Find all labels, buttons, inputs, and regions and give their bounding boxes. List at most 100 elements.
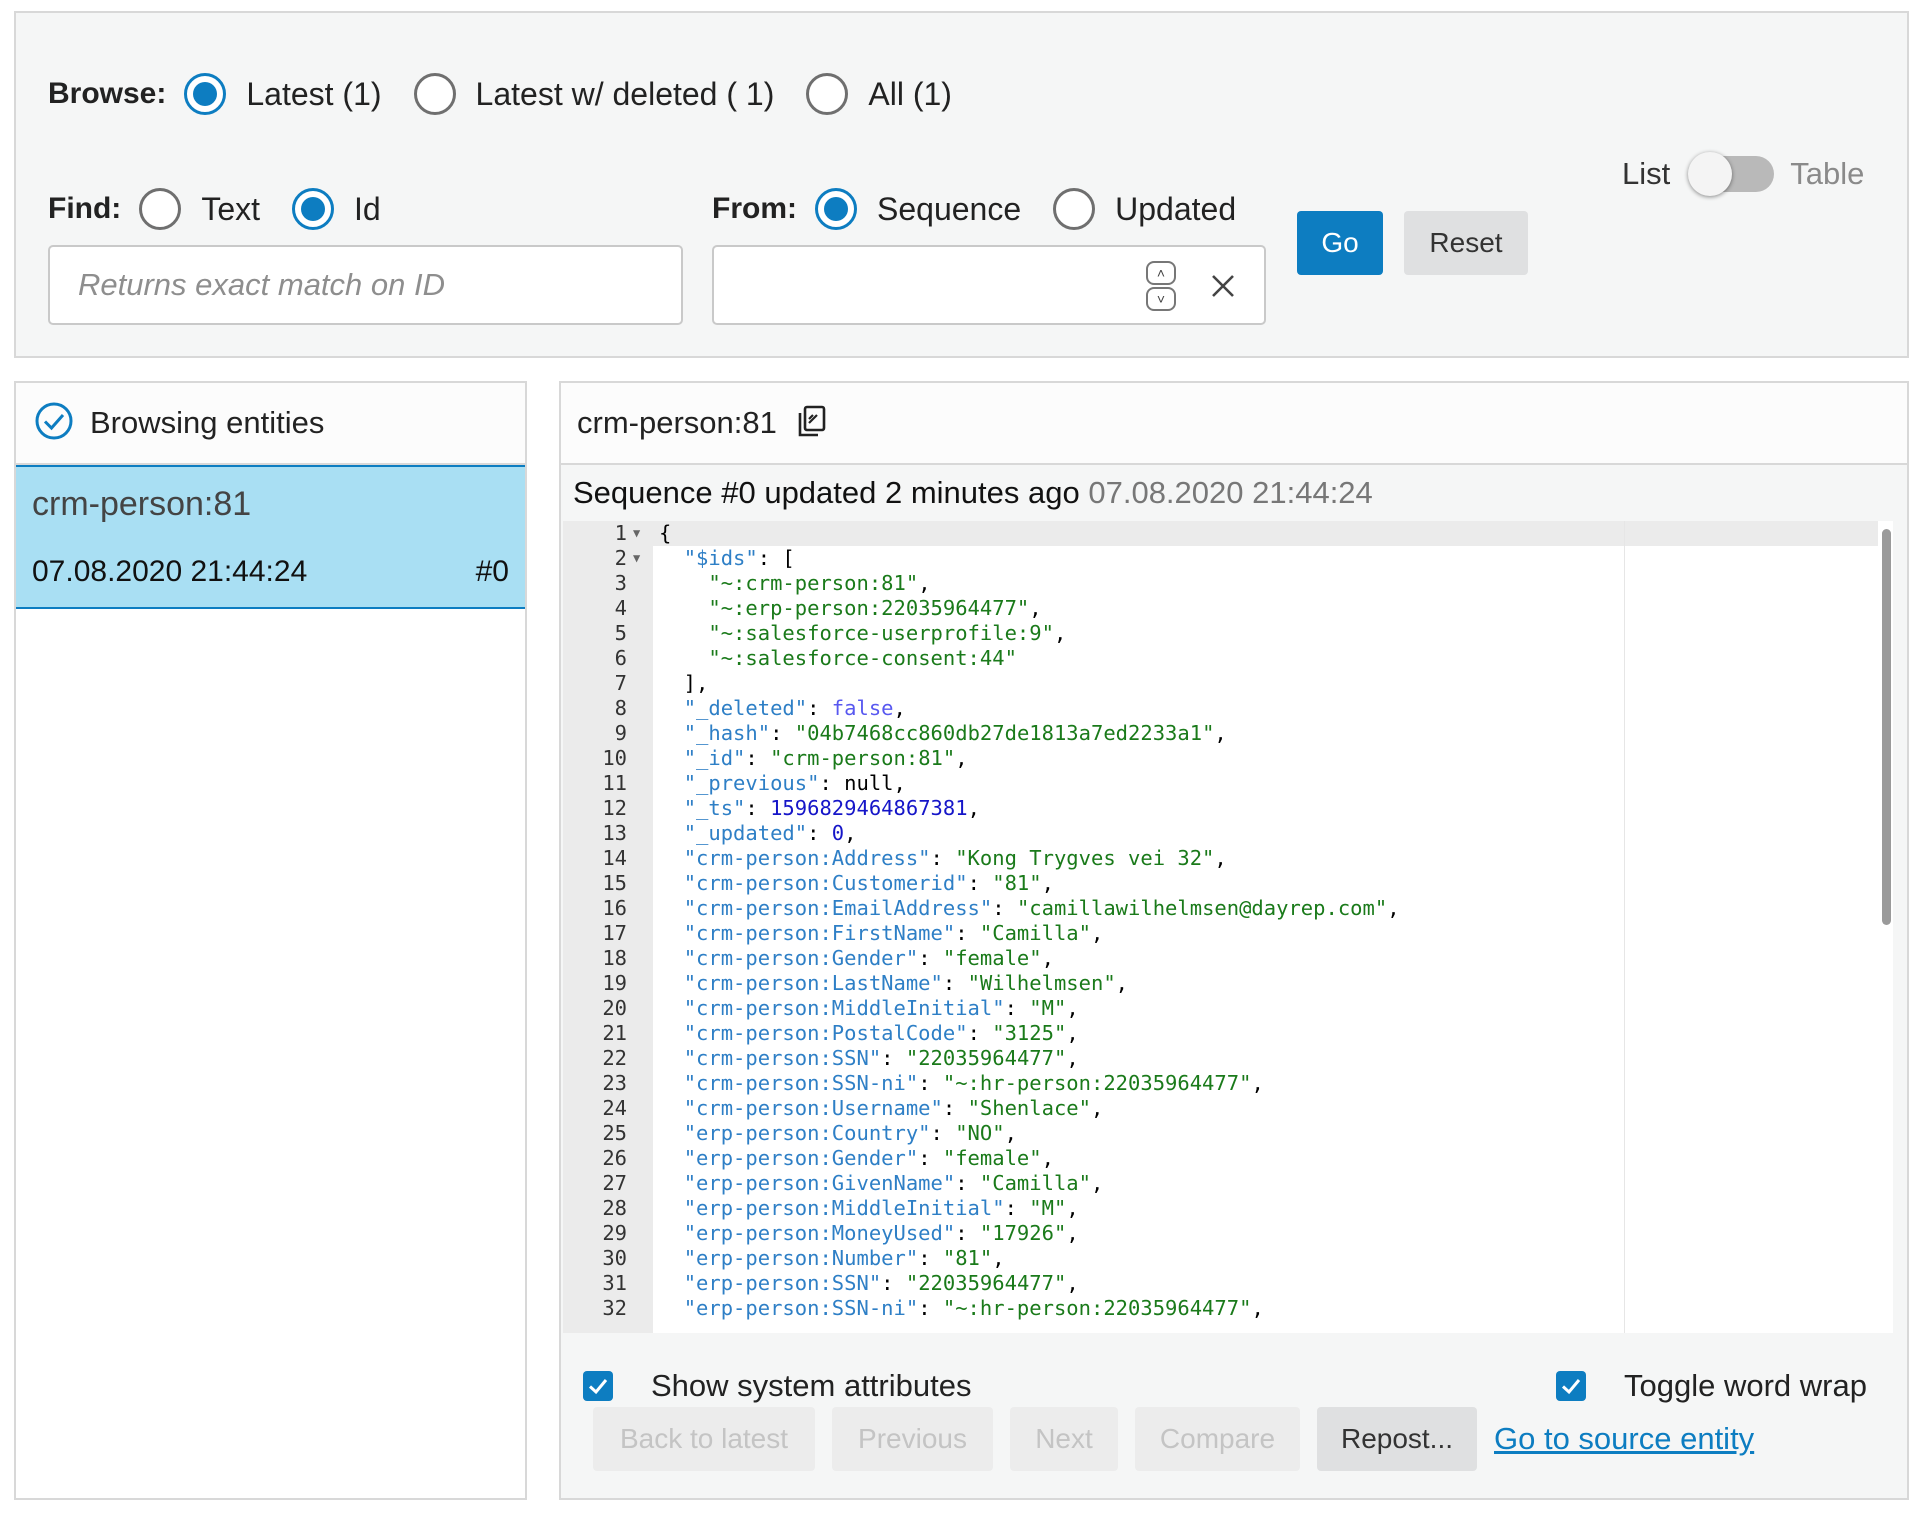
code-text: "crm-person:LastName": "Wilhelmsen",	[683, 971, 1129, 995]
code-text: "~:crm-person:81",	[708, 571, 931, 595]
code-text: "~:salesforce-consent:44"	[708, 646, 1017, 670]
sequence-date: 07.08.2020 21:44:24	[1088, 475, 1373, 510]
entity-list-header: Browsing entities	[16, 383, 525, 465]
back-to-latest-button[interactable]: Back to latest	[593, 1407, 815, 1471]
code-text: "_id": "crm-person:81",	[683, 746, 968, 770]
go-button[interactable]: Go	[1297, 211, 1383, 275]
code-text: "_deleted": false,	[683, 696, 906, 720]
previous-button[interactable]: Previous	[832, 1407, 993, 1471]
code-line: 23 "crm-person:SSN-ni": "~:hr-person:220…	[563, 1071, 1878, 1096]
close-icon[interactable]	[1198, 261, 1248, 311]
list-table-switch[interactable]	[1688, 152, 1775, 196]
code-line: 7 ],	[563, 671, 1878, 696]
sequence-number-input[interactable]: ˄ ˅	[712, 245, 1266, 325]
line-number: 27	[602, 1171, 627, 1195]
code-line: 18 "crm-person:Gender": "female",	[563, 946, 1878, 971]
browse-all-label: All (1)	[868, 75, 952, 112]
stepper-down-icon[interactable]: ˅	[1146, 287, 1176, 311]
code-line: 12 "_ts": 1596829464867381,	[563, 796, 1878, 821]
repost-button[interactable]: Repost...	[1317, 1407, 1477, 1471]
code-line: 29 "erp-person:MoneyUsed": "17926",	[563, 1221, 1878, 1246]
code-line: 30 "erp-person:Number": "81",	[563, 1246, 1878, 1271]
entity-list-item[interactable]: crm-person:81 07.08.2020 21:44:24 #0	[16, 465, 525, 609]
code-line: 11 "_previous": null,	[563, 771, 1878, 796]
line-number: 19	[602, 971, 627, 995]
from-sequence-option[interactable]: Sequence	[815, 188, 1021, 230]
code-line: 26 "erp-person:Gender": "female",	[563, 1146, 1878, 1171]
switch-knob[interactable]	[1688, 152, 1733, 196]
line-number: 18	[602, 946, 627, 970]
checkbox[interactable]	[1556, 1371, 1586, 1401]
line-number: 9	[614, 721, 627, 745]
entity-item-sequence: #0	[475, 555, 509, 588]
code-line: 21 "crm-person:PostalCode": "3125",	[563, 1021, 1878, 1046]
stepper-up-icon[interactable]: ˄	[1146, 261, 1176, 285]
code-text: "~:erp-person:22035964477",	[708, 596, 1042, 620]
find-text-label: Text	[201, 190, 260, 227]
word-wrap-toggle[interactable]: Toggle word wrap	[1556, 1368, 1867, 1404]
find-text-option[interactable]: Text	[139, 188, 260, 230]
detail-actions: Back to latest Previous Next Compare Rep…	[593, 1407, 1754, 1471]
line-number: 17	[602, 921, 627, 945]
word-wrap-label: Toggle word wrap	[1624, 1368, 1867, 1403]
from-row: From: Sequence Updated	[712, 188, 1268, 230]
reset-button[interactable]: Reset	[1404, 211, 1528, 275]
browse-latest-deleted-option[interactable]: Latest w/ deleted ( 1)	[413, 73, 774, 115]
line-number: 31	[602, 1271, 627, 1295]
from-updated-option[interactable]: Updated	[1053, 188, 1236, 230]
code-line: 2 ▼ "$ids": [	[563, 546, 1878, 571]
fold-arrow-icon[interactable]: ▼	[633, 546, 640, 571]
json-editor[interactable]: 1 ▼{2 ▼ "$ids": [3 "~:crm-person:81", 4 "~:…	[563, 521, 1893, 1333]
code-text: "crm-person:Address": "Kong Trygves vei …	[683, 846, 1227, 870]
line-number: 22	[602, 1046, 627, 1070]
code-text: "_updated": 0,	[683, 821, 857, 845]
radio-button[interactable]	[815, 188, 857, 230]
sequence-stepper[interactable]: ˄ ˅	[1146, 261, 1176, 311]
from-updated-label: Updated	[1115, 190, 1237, 227]
line-number: 16	[602, 896, 627, 920]
line-number: 28	[602, 1196, 627, 1220]
browse-label: Browse:	[48, 77, 167, 110]
code-text: "_previous": null,	[683, 771, 906, 795]
find-id-option[interactable]: Id	[292, 188, 381, 230]
radio-button[interactable]	[184, 73, 227, 115]
code-text: "erp-person:Gender": "female",	[683, 1146, 1054, 1170]
view-table-label: Table	[1790, 156, 1865, 191]
browse-latest-option[interactable]: Latest (1)	[184, 73, 382, 115]
code-text: "erp-person:Number": "81",	[683, 1246, 1005, 1270]
radio-button[interactable]	[1053, 188, 1096, 230]
view-mode-toggle: List Table	[1622, 152, 1865, 196]
go-to-source-link[interactable]: Go to source entity	[1494, 1421, 1754, 1457]
code-text: "crm-person:SSN-ni": "~:hr-person:220359…	[683, 1071, 1264, 1095]
find-id-label: Id	[354, 190, 381, 227]
radio-button[interactable]	[806, 73, 849, 115]
line-number: 11	[602, 771, 627, 795]
entity-detail-panel: crm-person:81 Sequence #0 updated 2 minu…	[559, 381, 1909, 1500]
code-line: 32 "erp-person:SSN-ni": "~:hr-person:220…	[563, 1296, 1878, 1321]
code-line: 9 "_hash": "04b7468cc860db27de1813a7ed22…	[563, 721, 1878, 746]
line-number: 26	[602, 1146, 627, 1170]
line-number: 12	[602, 796, 627, 820]
next-button[interactable]: Next	[1010, 1407, 1118, 1471]
line-number: 30	[602, 1246, 627, 1270]
compare-button[interactable]: Compare	[1135, 1407, 1300, 1471]
find-id-input[interactable]	[48, 245, 683, 325]
scrollbar-thumb[interactable]	[1882, 529, 1891, 925]
code-text: "crm-person:PostalCode": "3125",	[683, 1021, 1079, 1045]
copy-icon[interactable]	[793, 402, 831, 445]
line-number: 7	[614, 671, 627, 695]
browse-all-option[interactable]: All (1)	[806, 73, 952, 115]
from-label: From:	[712, 192, 797, 225]
code-line: 3 "~:crm-person:81",	[563, 571, 1878, 596]
entity-list-title: Browsing entities	[90, 405, 325, 440]
show-system-attributes-toggle[interactable]: Show system attributes	[583, 1368, 971, 1404]
radio-button[interactable]	[292, 188, 334, 230]
radio-button[interactable]	[413, 73, 456, 115]
entity-detail-body: Sequence #0 updated 2 minutes ago 07.08.…	[561, 465, 1907, 1498]
checkbox[interactable]	[583, 1371, 613, 1401]
show-system-attributes-label: Show system attributes	[651, 1368, 972, 1403]
code-line: 10 "_id": "crm-person:81",	[563, 746, 1878, 771]
radio-button[interactable]	[139, 188, 182, 230]
view-list-label: List	[1622, 156, 1671, 191]
fold-arrow-icon[interactable]: ▼	[633, 521, 640, 546]
